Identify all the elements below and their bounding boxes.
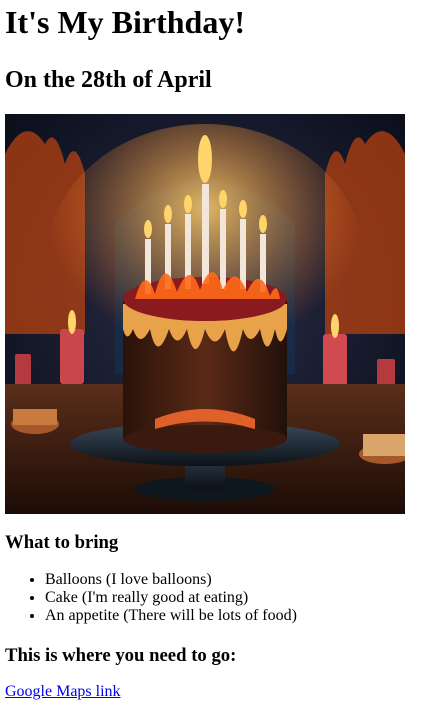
list-item: An appetite (There will be lots of food) <box>45 607 435 625</box>
google-maps-link[interactable]: Google Maps link <box>5 683 121 701</box>
birthday-cake-image <box>5 114 405 514</box>
page-title: It's My Birthday! <box>5 4 245 40</box>
bring-list: Balloons (I love balloons) Cake (I'm rea… <box>5 571 435 625</box>
list-item: Balloons (I love balloons) <box>45 571 435 589</box>
page: It's My Birthday! On the 28th of April W… <box>0 0 440 701</box>
date-subtitle: On the 28th of April <box>5 67 212 93</box>
list-item: Cake (I'm really good at eating) <box>45 589 435 607</box>
what-to-bring-heading: What to bring <box>5 532 119 553</box>
location-heading: This is where you need to go: <box>5 645 237 666</box>
